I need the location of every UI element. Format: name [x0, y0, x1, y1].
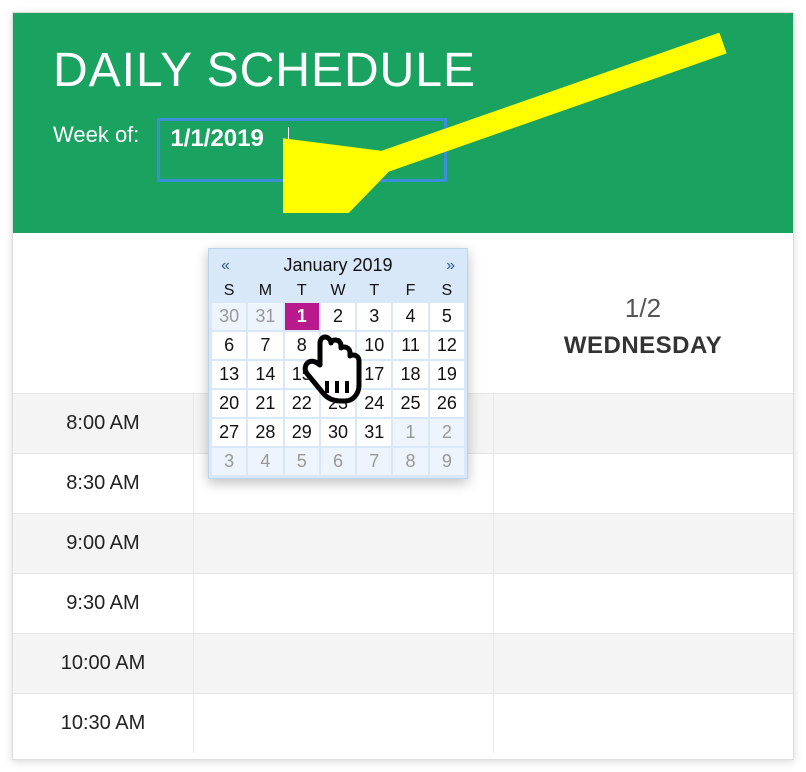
day-name: WEDNESDAY	[493, 332, 793, 360]
schedule-slot[interactable]	[493, 394, 793, 453]
month-label[interactable]: January 2019	[283, 255, 392, 276]
calendar-day[interactable]: 31	[356, 418, 392, 447]
dow-label: T	[356, 280, 392, 302]
calendar-day[interactable]: 7	[247, 331, 283, 360]
calendar-day[interactable]: 5	[429, 302, 465, 331]
text-caret	[288, 127, 289, 155]
dow-label: M	[247, 280, 283, 302]
schedule-slot[interactable]	[493, 454, 793, 513]
calendar-day[interactable]: 3	[356, 302, 392, 331]
calendar-day[interactable]: 14	[247, 360, 283, 389]
schedule-slot[interactable]	[493, 514, 793, 573]
calendar-day[interactable]: 6	[211, 331, 247, 360]
header: DAILY SCHEDULE Week of:	[13, 13, 793, 233]
calendar-day[interactable]: 30	[211, 302, 247, 331]
dow-label: S	[429, 280, 465, 302]
time-label: 9:30 AM	[13, 592, 193, 615]
calendar-day[interactable]: 22	[284, 389, 320, 418]
time-label: 10:30 AM	[13, 712, 193, 735]
schedule-slot[interactable]	[493, 694, 793, 753]
calendar-day[interactable]: 12	[429, 331, 465, 360]
date-picker-header: « January 2019 »	[211, 251, 465, 280]
time-row: 10:30 AM	[13, 693, 793, 753]
calendar-day[interactable]: 9	[320, 331, 356, 360]
prev-month-button[interactable]: «	[217, 257, 234, 275]
dow-label: F	[392, 280, 428, 302]
day-date: 1/2	[493, 293, 793, 324]
app-frame: DAILY SCHEDULE Week of: 1	[12, 12, 794, 760]
calendar-day[interactable]: 31	[247, 302, 283, 331]
time-label: 10:00 AM	[13, 652, 193, 675]
date-picker-popup[interactable]: « January 2019 » SMTWTFS3031123456789101…	[208, 248, 468, 479]
calendar-day[interactable]: 3	[211, 447, 247, 476]
calendar-day[interactable]: 26	[429, 389, 465, 418]
schedule-slot[interactable]	[193, 694, 493, 753]
time-row: 10:00 AM	[13, 633, 793, 693]
calendar-day[interactable]: 16	[320, 360, 356, 389]
calendar-day[interactable]: 2	[320, 302, 356, 331]
calendar-day[interactable]: 21	[247, 389, 283, 418]
calendar-day[interactable]: 2	[429, 418, 465, 447]
calendar-day[interactable]: 1	[392, 418, 428, 447]
calendar-day[interactable]: 10	[356, 331, 392, 360]
dow-label: S	[211, 280, 247, 302]
calendar-day[interactable]: 17	[356, 360, 392, 389]
dow-label: W	[320, 280, 356, 302]
calendar-day[interactable]: 13	[211, 360, 247, 389]
calendar-day[interactable]: 4	[392, 302, 428, 331]
calendar-day[interactable]: 7	[356, 447, 392, 476]
time-label: 8:00 AM	[13, 412, 193, 435]
calendar-day[interactable]: 9	[429, 447, 465, 476]
date-picker-grid: SMTWTFS303112345678910111213141516171819…	[211, 280, 465, 476]
calendar-day[interactable]: 4	[247, 447, 283, 476]
calendar-day[interactable]: 15	[284, 360, 320, 389]
schedule-slot[interactable]	[493, 574, 793, 633]
schedule-slot[interactable]	[193, 514, 493, 573]
calendar-day[interactable]: 19	[429, 360, 465, 389]
calendar-day[interactable]: 11	[392, 331, 428, 360]
schedule-slot[interactable]	[193, 634, 493, 693]
time-row: 9:30 AM	[13, 573, 793, 633]
day-column-1: 1/2 WEDNESDAY	[493, 233, 793, 393]
next-month-button[interactable]: »	[442, 257, 459, 275]
date-input-cell[interactable]	[157, 118, 447, 182]
time-row: 9:00 AM	[13, 513, 793, 573]
schedule-slot[interactable]	[193, 574, 493, 633]
calendar-day[interactable]: 27	[211, 418, 247, 447]
calendar-day[interactable]: 28	[247, 418, 283, 447]
time-column-spacer	[13, 233, 193, 393]
calendar-day[interactable]: 20	[211, 389, 247, 418]
date-input[interactable]	[170, 125, 434, 153]
time-label: 9:00 AM	[13, 532, 193, 555]
calendar-day[interactable]: 25	[392, 389, 428, 418]
calendar-day[interactable]: 29	[284, 418, 320, 447]
page-title: DAILY SCHEDULE	[53, 43, 753, 98]
calendar-day[interactable]: 18	[392, 360, 428, 389]
calendar-day[interactable]: 6	[320, 447, 356, 476]
calendar-day[interactable]: 8	[284, 331, 320, 360]
calendar-day[interactable]: 30	[320, 418, 356, 447]
calendar-day[interactable]: 23	[320, 389, 356, 418]
calendar-day[interactable]: 24	[356, 389, 392, 418]
week-of-row: Week of:	[53, 118, 753, 182]
time-label: 8:30 AM	[13, 472, 193, 495]
dow-label: T	[284, 280, 320, 302]
schedule-slot[interactable]	[493, 634, 793, 693]
calendar-day[interactable]: 1	[284, 302, 320, 331]
calendar-day[interactable]: 8	[392, 447, 428, 476]
week-of-label: Week of:	[53, 118, 139, 148]
calendar-day[interactable]: 5	[284, 447, 320, 476]
